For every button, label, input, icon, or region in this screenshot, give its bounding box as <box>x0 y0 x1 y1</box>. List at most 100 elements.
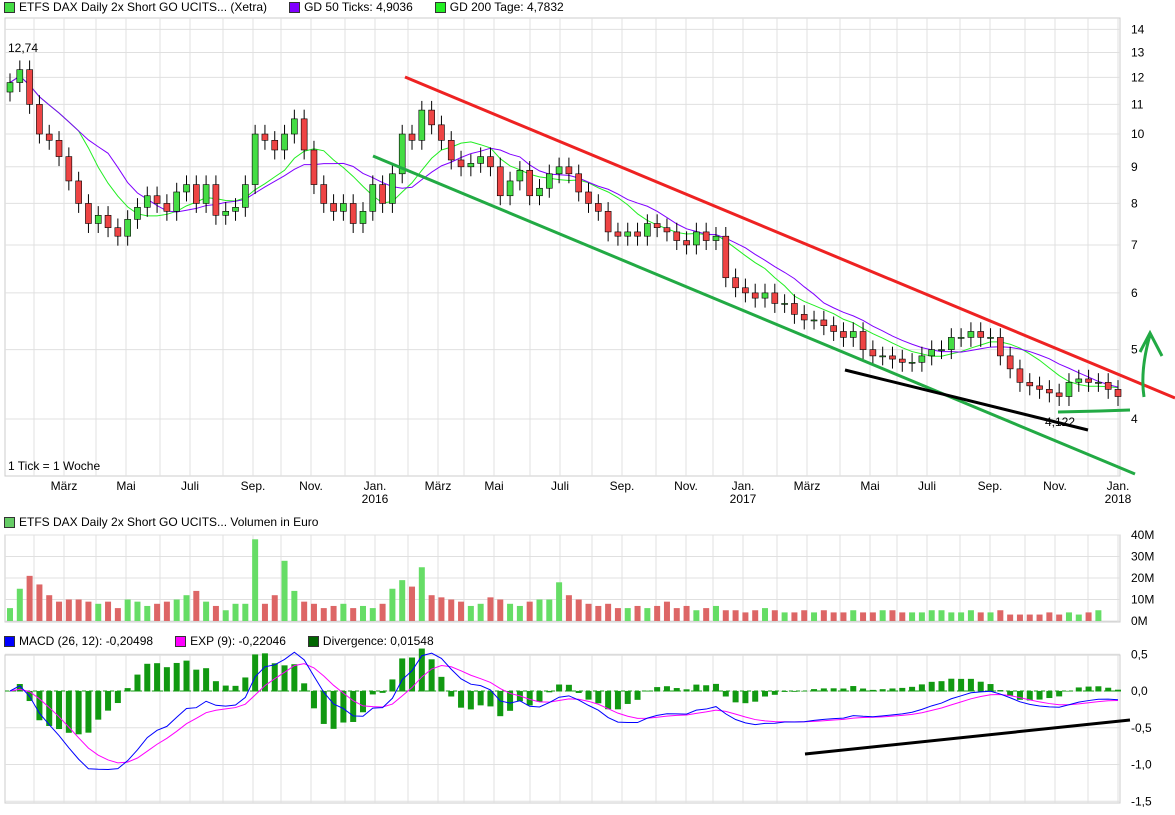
candle <box>1055 392 1063 397</box>
candle <box>898 358 906 363</box>
candle <box>418 109 426 141</box>
volume-bar <box>507 603 514 621</box>
candle <box>536 187 543 197</box>
volume-bar <box>595 605 602 621</box>
candle <box>1095 382 1102 384</box>
candle <box>310 149 318 185</box>
y-tick-label: 0,0 <box>1131 684 1148 698</box>
x-tick-label: März <box>51 479 78 493</box>
volume-bar <box>605 603 612 621</box>
divergence-bar <box>389 679 396 692</box>
candle <box>1075 378 1083 383</box>
candle <box>1036 385 1043 390</box>
divergence-bar <box>330 691 337 729</box>
volume-bar <box>448 599 455 621</box>
candle <box>202 184 210 204</box>
candle <box>840 331 847 338</box>
divergence-bar <box>310 691 317 709</box>
candle <box>1026 382 1034 387</box>
divergence-bar <box>75 691 82 735</box>
y-tick-label: 12 <box>1131 70 1145 84</box>
candle <box>977 331 985 338</box>
volume-bar <box>369 608 376 621</box>
y-tick-label: -0,5 <box>1131 721 1152 735</box>
divergence-bar <box>163 667 170 692</box>
y-tick-label: 40M <box>1131 528 1154 542</box>
volume-bar <box>565 595 572 621</box>
candle <box>732 277 739 289</box>
candle <box>26 69 33 105</box>
volume-bar <box>36 584 43 621</box>
candle <box>908 361 916 364</box>
x-tick-label: Juli <box>918 479 936 493</box>
volume-bar <box>948 612 955 621</box>
candle <box>771 292 779 304</box>
volume-bar <box>16 588 23 621</box>
volume-bar <box>654 605 661 621</box>
candle <box>271 140 279 151</box>
volume-bar <box>879 610 886 621</box>
divergence-bar <box>438 676 445 692</box>
y-tick-label: 0M <box>1131 614 1148 628</box>
candle <box>742 287 749 294</box>
chart-svg: März Mai Juli Sep. Nov. Jan.2016März Mai Juli Se… <box>4 17 1175 808</box>
divergence-bar <box>732 691 739 703</box>
chart-page: ETFS DAX Daily 2x Short GO UCITS... (Xet… <box>0 0 1175 815</box>
volume-bar <box>252 539 259 621</box>
candle <box>624 231 632 237</box>
y-tick-label: 8 <box>1131 196 1138 210</box>
volume-bar <box>634 605 641 621</box>
candle <box>644 223 651 237</box>
volume-bar <box>958 612 965 621</box>
x-tick-label: Sep. <box>241 479 266 493</box>
candle <box>967 331 975 338</box>
volume-bar <box>124 599 131 621</box>
volume-bar <box>271 595 278 621</box>
candle <box>820 319 828 326</box>
volume-bar <box>163 601 170 621</box>
volume-bar <box>712 605 719 621</box>
divergence-bar <box>144 663 151 692</box>
candle <box>1006 355 1014 370</box>
candle <box>614 231 622 237</box>
divergence-bar <box>987 684 994 692</box>
candle <box>849 331 857 338</box>
divergence-bar <box>203 668 210 692</box>
divergence-bar <box>536 691 543 702</box>
volume-bar <box>399 580 406 621</box>
volume-bar <box>693 610 700 621</box>
volume-bar <box>222 610 229 621</box>
candle <box>653 223 661 228</box>
divergence-bar <box>928 681 935 692</box>
candle <box>693 231 700 246</box>
candle <box>408 133 416 141</box>
volume-bar <box>624 608 631 621</box>
volume-bar <box>928 610 935 621</box>
candle <box>349 203 357 224</box>
volume-bar <box>183 595 190 621</box>
volume-bar <box>389 588 396 621</box>
divergence-bar <box>752 691 759 702</box>
y-tick-label: 6 <box>1131 286 1138 300</box>
volume-bar <box>144 605 151 621</box>
divergence-bar <box>56 691 63 730</box>
volume-bar <box>409 586 416 621</box>
candle <box>55 140 63 157</box>
divergence-bar <box>320 691 327 724</box>
volume-bar <box>536 599 543 621</box>
volume-bar <box>65 599 72 621</box>
candle <box>428 109 435 126</box>
candle <box>683 240 690 246</box>
divergence-bar <box>712 683 719 692</box>
volume-bar <box>556 582 563 621</box>
volume-bar <box>134 601 141 621</box>
candle <box>800 314 808 321</box>
candle <box>928 349 935 357</box>
volume-bar <box>477 603 484 621</box>
candle <box>1104 382 1112 390</box>
volume-bar <box>1065 612 1072 621</box>
candle <box>340 203 347 212</box>
volume-bar <box>418 567 425 621</box>
candle <box>242 184 249 208</box>
volume-bar <box>1036 614 1043 621</box>
